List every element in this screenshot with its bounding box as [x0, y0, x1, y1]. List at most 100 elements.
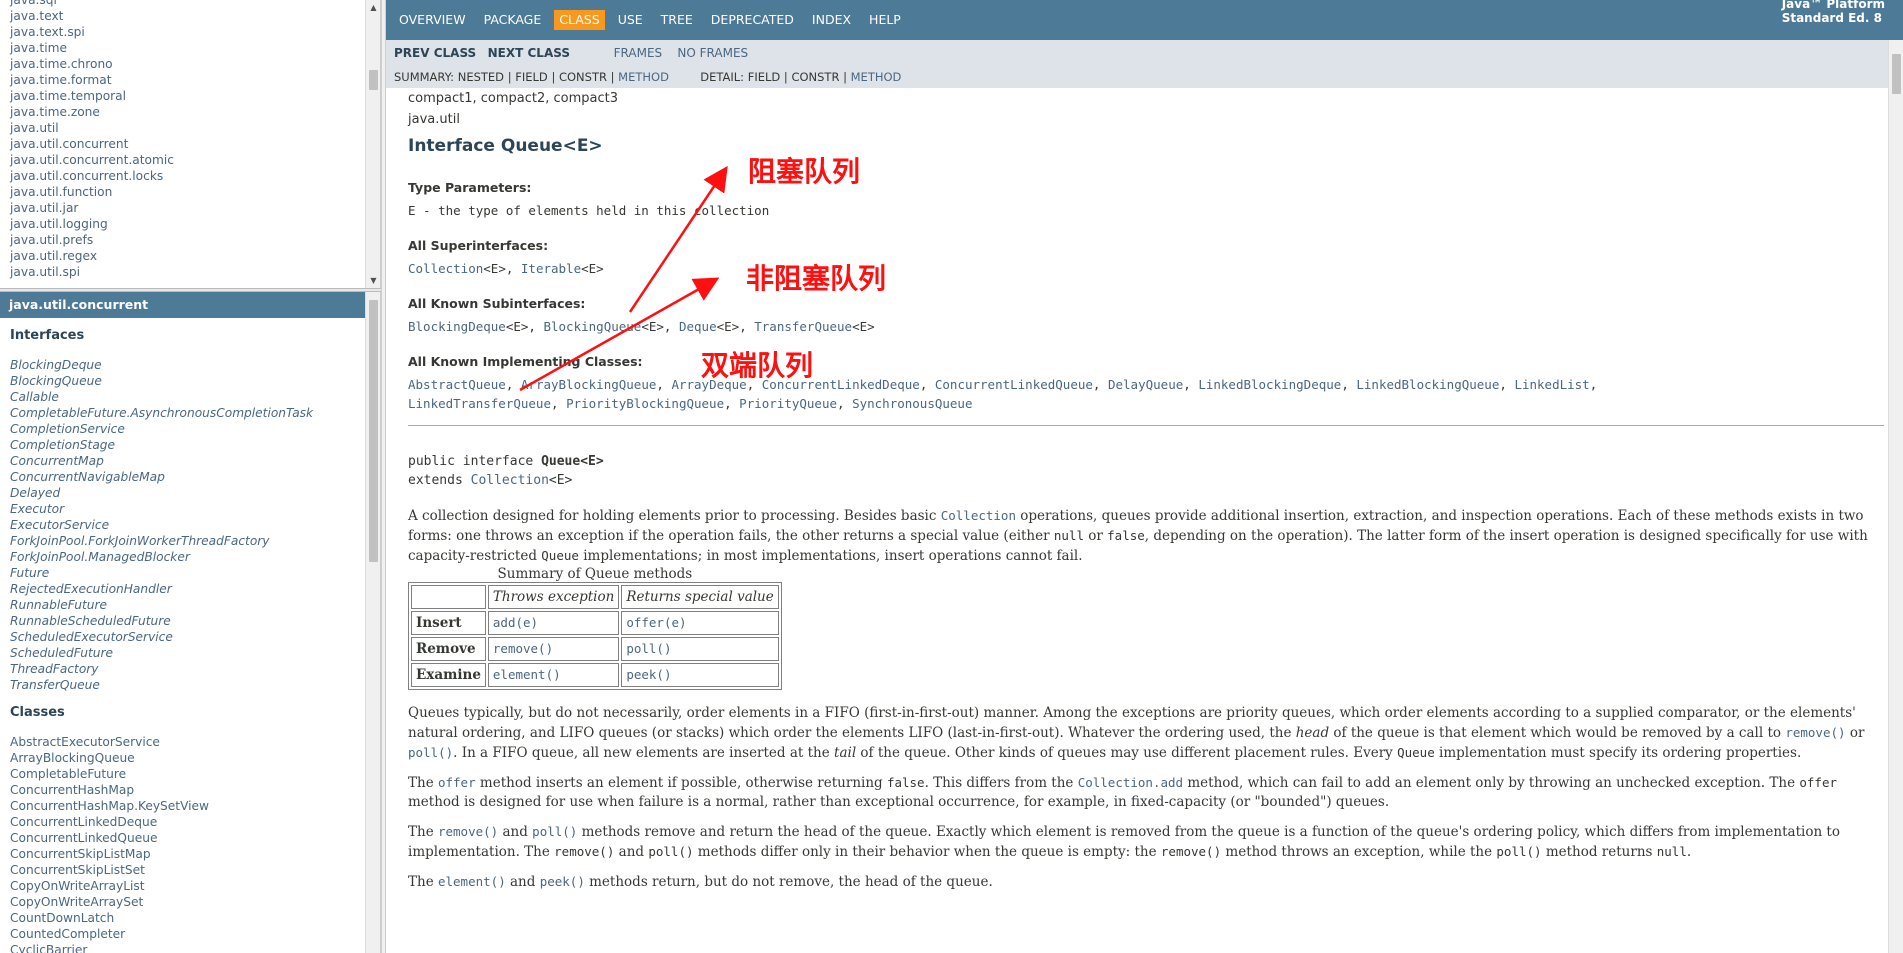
- nav-use[interactable]: USE: [613, 10, 648, 30]
- no-frames-link[interactable]: NO FRAMES: [677, 46, 748, 60]
- package-link[interactable]: java.text: [10, 8, 380, 24]
- collection-add-link[interactable]: Collection.add: [1078, 775, 1183, 790]
- frames-link[interactable]: FRAMES: [614, 46, 663, 60]
- interface-link[interactable]: ScheduledFuture: [0, 645, 380, 661]
- implementing-class-link[interactable]: ArrayBlockingQueue: [521, 377, 656, 392]
- package-link[interactable]: java.time.format: [10, 72, 380, 88]
- class-link[interactable]: ConcurrentHashMap.KeySetView: [0, 798, 380, 814]
- implementing-class-link[interactable]: ConcurrentLinkedQueue: [935, 377, 1093, 392]
- class-link[interactable]: CopyOnWriteArraySet: [0, 894, 380, 910]
- package-link[interactable]: java.time: [10, 40, 380, 56]
- class-link[interactable]: CountDownLatch: [0, 910, 380, 926]
- package-link[interactable]: java.util.regex: [10, 248, 380, 264]
- method-link[interactable]: offer(e): [626, 615, 686, 630]
- interface-link[interactable]: CompletionStage: [0, 437, 380, 453]
- class-link[interactable]: ConcurrentSkipListMap: [0, 846, 380, 862]
- prev-class-link[interactable]: PREV CLASS: [394, 46, 476, 60]
- method-link[interactable]: peek(): [626, 667, 671, 682]
- nav-overview[interactable]: OVERVIEW: [394, 10, 471, 30]
- interface-link[interactable]: TransferQueue: [0, 677, 380, 693]
- interface-link[interactable]: CompletableFuture.AsynchronousCompletion…: [0, 405, 380, 421]
- package-link[interactable]: java.time.temporal: [10, 88, 380, 104]
- main-scrollbar[interactable]: [1888, 40, 1903, 953]
- class-link[interactable]: ConcurrentHashMap: [0, 782, 380, 798]
- nav-help[interactable]: HELP: [864, 10, 906, 30]
- class-link[interactable]: CountedCompleter: [0, 926, 380, 942]
- interface-link[interactable]: RejectedExecutionHandler: [0, 581, 380, 597]
- package-link[interactable]: java.util.concurrent: [10, 136, 380, 152]
- package-header[interactable]: java.util.concurrent: [0, 292, 365, 318]
- method-link[interactable]: poll(): [626, 641, 671, 656]
- package-link[interactable]: java.sql: [10, 0, 380, 8]
- interface-link[interactable]: ConcurrentNavigableMap: [0, 469, 380, 485]
- interface-link[interactable]: BlockingQueue: [0, 373, 380, 389]
- summary-method-link[interactable]: METHOD: [618, 70, 669, 84]
- interface-link[interactable]: ConcurrentMap: [0, 453, 380, 469]
- collection-link[interactable]: Collection: [471, 473, 549, 488]
- package-link[interactable]: java.util: [10, 120, 380, 136]
- remove-link[interactable]: remove(): [438, 824, 498, 839]
- package-link[interactable]: java.util.logging: [10, 216, 380, 232]
- implementing-class-link[interactable]: AbstractQueue: [408, 377, 506, 392]
- subinterface-link[interactable]: Deque: [679, 319, 717, 334]
- method-link[interactable]: remove(): [493, 641, 553, 656]
- class-link[interactable]: CyclicBarrier: [0, 942, 380, 953]
- implementing-class-link[interactable]: SynchronousQueue: [852, 396, 972, 411]
- implementing-class-link[interactable]: DelayQueue: [1108, 377, 1183, 392]
- method-link[interactable]: element(): [493, 667, 561, 682]
- superinterface-link[interactable]: Iterable: [521, 261, 581, 276]
- package-link[interactable]: java.time.zone: [10, 104, 380, 120]
- method-link[interactable]: add(e): [493, 615, 538, 630]
- interface-link[interactable]: Callable: [0, 389, 380, 405]
- nav-package[interactable]: PACKAGE: [479, 10, 547, 30]
- package-link[interactable]: java.time.chrono: [10, 56, 380, 72]
- scroll-down-arrow-icon[interactable]: ▼: [366, 273, 380, 288]
- subinterface-link[interactable]: BlockingDeque: [408, 319, 506, 334]
- interface-link[interactable]: ThreadFactory: [0, 661, 380, 677]
- implementing-class-link[interactable]: LinkedBlockingDeque: [1198, 377, 1341, 392]
- scroll-thumb[interactable]: [1892, 54, 1901, 94]
- package-link[interactable]: java.util.concurrent.atomic: [10, 152, 380, 168]
- remove-link[interactable]: remove(): [1785, 725, 1845, 740]
- class-link[interactable]: AbstractExecutorService: [0, 734, 380, 750]
- interface-link[interactable]: ForkJoinPool.ManagedBlocker: [0, 549, 380, 565]
- implementing-class-link[interactable]: LinkedBlockingQueue: [1356, 377, 1499, 392]
- nav-tree[interactable]: TREE: [656, 10, 698, 30]
- collection-link[interactable]: Collection: [941, 508, 1016, 523]
- interface-link[interactable]: Executor: [0, 501, 380, 517]
- interface-link[interactable]: RunnableScheduledFuture: [0, 613, 380, 629]
- subinterface-link[interactable]: BlockingQueue: [543, 319, 641, 334]
- nav-index[interactable]: INDEX: [807, 10, 856, 30]
- element-link[interactable]: element(): [438, 874, 506, 889]
- implementing-class-link[interactable]: PriorityBlockingQueue: [566, 396, 724, 411]
- implementing-class-link[interactable]: LinkedList: [1514, 377, 1589, 392]
- package-link[interactable]: java.util.function: [10, 184, 380, 200]
- interface-link[interactable]: ForkJoinPool.ForkJoinWorkerThreadFactory: [0, 533, 380, 549]
- poll-link[interactable]: poll(): [408, 745, 453, 760]
- interface-link[interactable]: Delayed: [0, 485, 380, 501]
- interface-link[interactable]: ScheduledExecutorService: [0, 629, 380, 645]
- packages-scrollbar[interactable]: ▲ ▼: [365, 0, 380, 288]
- scroll-up-arrow-icon[interactable]: ▲: [366, 0, 380, 15]
- implementing-class-link[interactable]: LinkedTransferQueue: [408, 396, 551, 411]
- class-link[interactable]: ConcurrentLinkedQueue: [0, 830, 380, 846]
- detail-method-link[interactable]: METHOD: [851, 70, 902, 84]
- interface-link[interactable]: BlockingDeque: [0, 357, 380, 373]
- nav-deprecated[interactable]: DEPRECATED: [706, 10, 799, 30]
- superinterface-link[interactable]: Collection: [408, 261, 483, 276]
- class-link[interactable]: ConcurrentSkipListSet: [0, 862, 380, 878]
- class-link[interactable]: ConcurrentLinkedDeque: [0, 814, 380, 830]
- interface-link[interactable]: RunnableFuture: [0, 597, 380, 613]
- poll-link[interactable]: poll(): [532, 824, 577, 839]
- class-link[interactable]: CopyOnWriteArrayList: [0, 878, 380, 894]
- package-link[interactable]: java.util.concurrent.locks: [10, 168, 380, 184]
- subinterface-link[interactable]: TransferQueue: [754, 319, 852, 334]
- interface-link[interactable]: CompletionService: [0, 421, 380, 437]
- peek-link[interactable]: peek(): [540, 874, 585, 889]
- classes-scrollbar[interactable]: [365, 292, 380, 953]
- interface-link[interactable]: Future: [0, 565, 380, 581]
- package-link[interactable]: java.util.prefs: [10, 232, 380, 248]
- scroll-thumb[interactable]: [369, 300, 378, 562]
- implementing-class-link[interactable]: PriorityQueue: [739, 396, 837, 411]
- package-link[interactable]: java.util.jar: [10, 200, 380, 216]
